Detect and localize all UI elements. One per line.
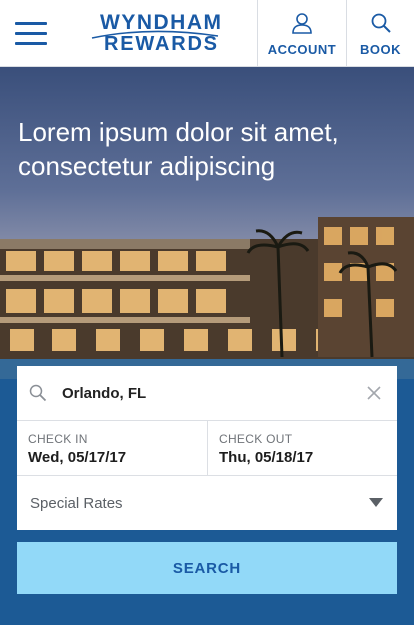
search-icon <box>371 13 391 33</box>
hamburger-icon <box>15 22 47 25</box>
caret-down-icon <box>369 498 383 507</box>
booking-form: Orlando, FL CHECK IN Wed, 05/17/17 CHECK… <box>17 366 397 530</box>
top-header: WYNDHAM REWARDS ACCOUNT BOOK <box>0 0 414 67</box>
location-value: Orlando, FL <box>62 385 147 402</box>
check-out-value: Thu, 05/18/17 <box>219 449 314 466</box>
check-in-label: CHECK IN <box>28 432 88 446</box>
search-icon <box>29 384 47 402</box>
account-label: ACCOUNT <box>267 42 337 57</box>
hero-title: Lorem ipsum dolor sit amet, consectetur … <box>18 117 339 181</box>
date-row: CHECK IN Wed, 05/17/17 CHECK OUT Thu, 05… <box>17 421 397 476</box>
check-in-field[interactable]: CHECK IN Wed, 05/17/17 <box>17 421 207 475</box>
book-label: BOOK <box>360 42 401 57</box>
close-icon[interactable] <box>367 386 381 400</box>
check-out-field[interactable]: CHECK OUT Thu, 05/18/17 <box>207 421 397 475</box>
person-icon <box>292 13 312 34</box>
search-button[interactable]: SEARCH <box>17 542 397 594</box>
book-nav-button[interactable]: BOOK <box>346 0 414 67</box>
menu-button[interactable] <box>0 0 62 67</box>
check-out-label: CHECK OUT <box>219 432 293 446</box>
brand-logo[interactable]: WYNDHAM REWARDS <box>62 0 257 67</box>
check-in-value: Wed, 05/17/17 <box>28 449 127 466</box>
special-rates-label: Special Rates <box>30 495 123 512</box>
location-field[interactable]: Orlando, FL <box>17 366 397 421</box>
account-nav-button[interactable]: ACCOUNT <box>257 0 346 67</box>
special-rates-select[interactable]: Special Rates <box>17 476 397 530</box>
search-button-label: SEARCH <box>172 559 242 577</box>
logo-text-bottom: REWARDS <box>104 33 219 55</box>
